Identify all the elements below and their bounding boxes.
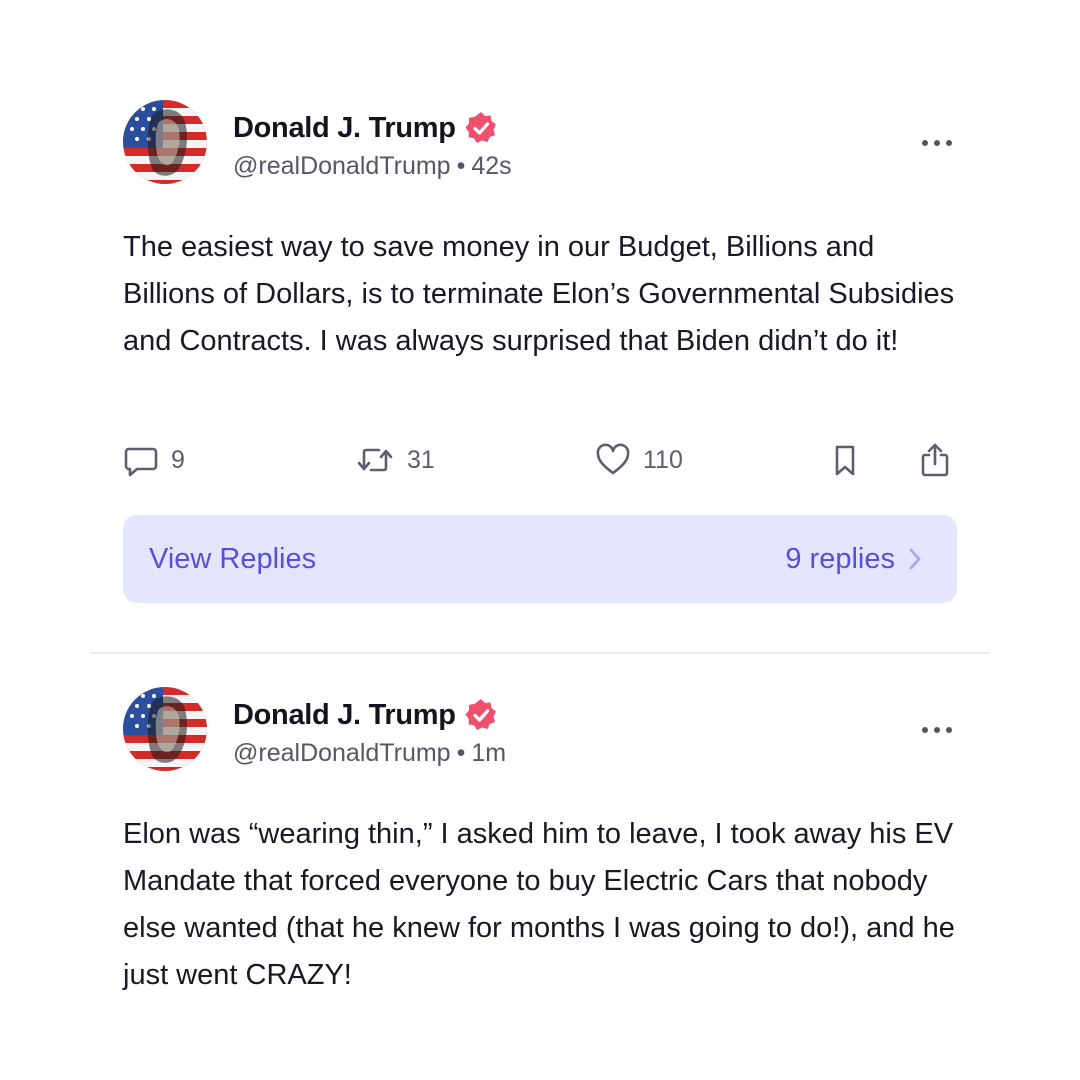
author-row: Donald J. Trump	[233, 695, 498, 735]
more-options-icon[interactable]	[917, 128, 957, 158]
post-timestamp: 42s	[471, 152, 512, 180]
heart-icon	[595, 442, 631, 478]
author-handle[interactable]: @realDonaldTrump	[233, 152, 451, 180]
share-icon	[917, 441, 953, 479]
reply-bubble-icon	[123, 442, 159, 478]
author-row: Donald J. Trump	[233, 108, 498, 148]
author-handle[interactable]: @realDonaldTrump	[233, 739, 451, 767]
handle-row: @realDonaldTrump • 42s	[233, 152, 512, 181]
verified-badge-icon	[464, 111, 498, 145]
bookmark-icon	[827, 442, 863, 478]
repost-count: 31	[407, 445, 435, 474]
repost-button[interactable]: 31	[355, 436, 435, 484]
chevron-right-icon	[907, 546, 923, 572]
more-options-icon[interactable]	[917, 715, 957, 745]
share-button[interactable]	[917, 436, 953, 484]
reply-button[interactable]: 9	[123, 436, 185, 484]
avatar[interactable]	[123, 687, 207, 771]
post-text: Elon was “wearing thin,” I asked him to …	[123, 818, 955, 991]
view-replies-button[interactable]: View Replies 9 replies	[123, 515, 957, 603]
post-divider	[90, 652, 990, 654]
replies-count-label: 9 replies	[785, 542, 895, 575]
avatar-image	[123, 687, 207, 771]
view-replies-label: View Replies	[149, 542, 317, 575]
author-name[interactable]: Donald J. Trump	[233, 112, 456, 145]
author-name[interactable]: Donald J. Trump	[233, 699, 456, 732]
verified-badge-icon	[464, 698, 498, 732]
separator-dot: •	[456, 739, 466, 767]
reply-count: 9	[171, 445, 185, 474]
bookmark-button[interactable]	[827, 436, 863, 484]
like-button[interactable]: 110	[595, 436, 683, 484]
replies-summary: 9 replies	[785, 543, 923, 576]
handle-row: @realDonaldTrump • 1m	[233, 739, 506, 768]
avatar-image	[123, 100, 207, 184]
post-text: The easiest way to save money in our Bud…	[123, 231, 955, 357]
avatar[interactable]	[123, 100, 207, 184]
like-count: 110	[643, 445, 683, 474]
post-timestamp: 1m	[471, 739, 507, 767]
separator-dot: •	[456, 152, 466, 180]
repost-icon	[355, 442, 395, 478]
action-bar: 9 31 110	[123, 436, 957, 484]
